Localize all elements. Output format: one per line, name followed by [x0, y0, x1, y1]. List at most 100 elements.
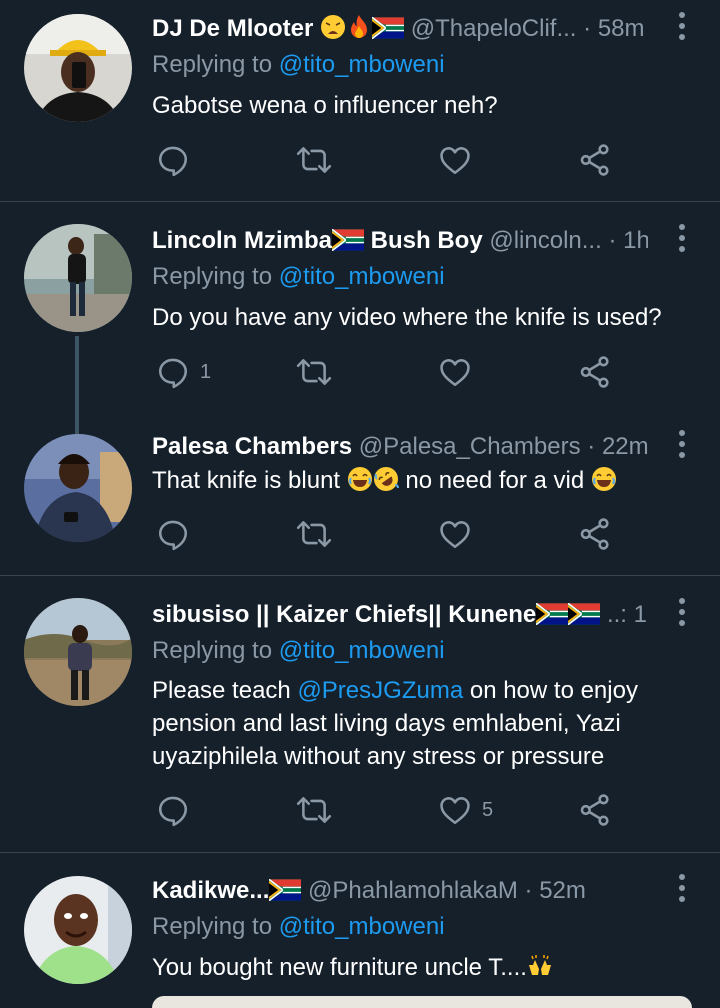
- share-icon: [578, 517, 612, 551]
- separator-dot: ·: [583, 15, 592, 42]
- share-icon: [578, 355, 612, 389]
- avatar[interactable]: [24, 434, 132, 542]
- retweet-icon: [296, 793, 332, 827]
- text-mention[interactable]: @PresJGZuma: [297, 677, 463, 704]
- retweet-icon: [296, 143, 332, 177]
- fire-emoji: [346, 14, 372, 40]
- media-preview[interactable]: [152, 996, 692, 1008]
- replying-to: Replying to @tito_mboweni: [152, 48, 445, 82]
- author-name-suffix[interactable]: Bush Boy: [364, 227, 483, 254]
- share-button[interactable]: [578, 352, 612, 392]
- south-africa-flag-emoji: [536, 603, 568, 625]
- south-africa-flag-emoji: [372, 17, 404, 39]
- retweet-button[interactable]: [296, 514, 332, 554]
- timestamp[interactable]: 52m: [539, 877, 586, 904]
- tweet-text: You bought new furniture uncle T....: [152, 951, 680, 984]
- avatar[interactable]: [24, 224, 132, 332]
- timestamp[interactable]: 1h: [623, 227, 648, 254]
- reply-count: 1: [200, 360, 212, 383]
- replying-to-mention[interactable]: @tito_mboweni: [279, 263, 445, 290]
- replying-prefix: Replying to: [152, 913, 279, 940]
- like-count: 5: [482, 798, 494, 821]
- more-vertical-icon[interactable]: [674, 872, 690, 904]
- share-icon: [578, 143, 612, 177]
- author-handle[interactable]: @ThapeloClif...: [411, 15, 577, 42]
- tweet-text-line-3: uyaziphilela without any stress or press…: [152, 743, 605, 770]
- divider: [0, 575, 720, 576]
- reply-button[interactable]: [156, 514, 190, 554]
- heart-icon: [438, 355, 472, 389]
- replying-to-mention[interactable]: @tito_mboweni: [279, 51, 445, 78]
- author-handle[interactable]: ..:: [607, 601, 627, 628]
- tears-of-joy-emoji: [347, 466, 373, 492]
- author-name[interactable]: Kadikwe...: [152, 877, 269, 904]
- tweet-text-line-1: Please teach @PresJGZuma on how to enjoy: [152, 674, 680, 707]
- reply-icon: [156, 143, 190, 177]
- retweet-icon: [296, 517, 332, 551]
- share-button[interactable]: [578, 790, 612, 830]
- action-bar: [152, 514, 632, 554]
- action-bar: 5: [152, 790, 632, 830]
- retweet-icon: [296, 355, 332, 389]
- tweet-text: That knife is blunt no need for a vid: [152, 464, 680, 497]
- rolling-on-floor-laughing-emoji: [373, 466, 399, 492]
- tweet-text-part2: no need for a vid: [398, 467, 591, 494]
- action-bar: [152, 140, 632, 180]
- avatar[interactable]: [24, 598, 132, 706]
- author-name[interactable]: DJ De Mlooter: [152, 15, 313, 42]
- heart-icon: [438, 143, 472, 177]
- share-button[interactable]: [578, 514, 612, 554]
- author-name[interactable]: Lincoln Mzimba: [152, 227, 332, 254]
- reply-button[interactable]: [156, 140, 190, 180]
- avatar[interactable]: [24, 876, 132, 984]
- retweet-button[interactable]: [296, 790, 332, 830]
- author-name[interactable]: sibusiso || Kaizer Chiefs|| Kunene: [152, 601, 536, 628]
- reply-button[interactable]: 1: [156, 352, 211, 392]
- author-handle[interactable]: @PhahlamohlakaM: [308, 877, 518, 904]
- tears-of-joy-emoji: [591, 466, 617, 492]
- replying-prefix: Replying to: [152, 263, 279, 290]
- divider: [0, 852, 720, 853]
- retweet-button[interactable]: [296, 140, 332, 180]
- replying-prefix: Replying to: [152, 637, 279, 664]
- like-button[interactable]: [438, 514, 472, 554]
- tweet-text: Please teach @PresJGZuma on how to enjoy…: [152, 674, 680, 773]
- author-handle[interactable]: @lincoln...: [489, 227, 601, 254]
- share-button[interactable]: [578, 140, 612, 180]
- like-button[interactable]: [438, 352, 472, 392]
- tweet-text: Do you have any video where the knife is…: [152, 304, 662, 331]
- retweet-button[interactable]: [296, 352, 332, 392]
- south-africa-flag-emoji: [568, 603, 600, 625]
- replying-to-mention[interactable]: @tito_mboweni: [279, 637, 445, 664]
- raising-hands-emoji: [527, 953, 553, 979]
- timestamp[interactable]: 58m: [598, 15, 645, 42]
- avatar[interactable]: [24, 14, 132, 122]
- heart-icon: [438, 793, 472, 827]
- timestamp[interactable]: 1h: [634, 601, 648, 628]
- like-button[interactable]: 5: [438, 790, 493, 830]
- replying-to: Replying to @tito_mboweni: [152, 634, 445, 668]
- timestamp[interactable]: 22m: [602, 433, 648, 460]
- more-vertical-icon[interactable]: [674, 428, 690, 460]
- tweet-text-body: You bought new furniture uncle T....: [152, 954, 527, 981]
- reply-button[interactable]: [156, 790, 190, 830]
- author-name[interactable]: Palesa Chambers: [152, 433, 352, 460]
- replying-to: Replying to @tito_mboweni: [152, 260, 445, 294]
- action-bar: 1: [152, 352, 632, 392]
- separator-dot: ·: [524, 877, 533, 904]
- thread-connector-line: [75, 336, 79, 436]
- replying-prefix: Replying to: [152, 51, 279, 78]
- more-vertical-icon[interactable]: [674, 10, 690, 42]
- more-vertical-icon[interactable]: [674, 596, 690, 628]
- tweet-text-line-2: pension and last living days emhlabeni, …: [152, 710, 621, 737]
- tweet-text: Gabotse wena o influencer neh?: [152, 92, 498, 119]
- author-handle[interactable]: @Palesa_Chambers: [359, 433, 581, 460]
- more-vertical-icon[interactable]: [674, 222, 690, 254]
- heart-icon: [438, 517, 472, 551]
- reply-icon: [156, 355, 190, 389]
- separator-dot: ·: [587, 433, 596, 460]
- divider: [0, 201, 720, 202]
- replying-to-mention[interactable]: @tito_mboweni: [279, 913, 445, 940]
- like-button[interactable]: [438, 140, 472, 180]
- tweet-text-line1-rest: on how to enjoy: [463, 677, 638, 704]
